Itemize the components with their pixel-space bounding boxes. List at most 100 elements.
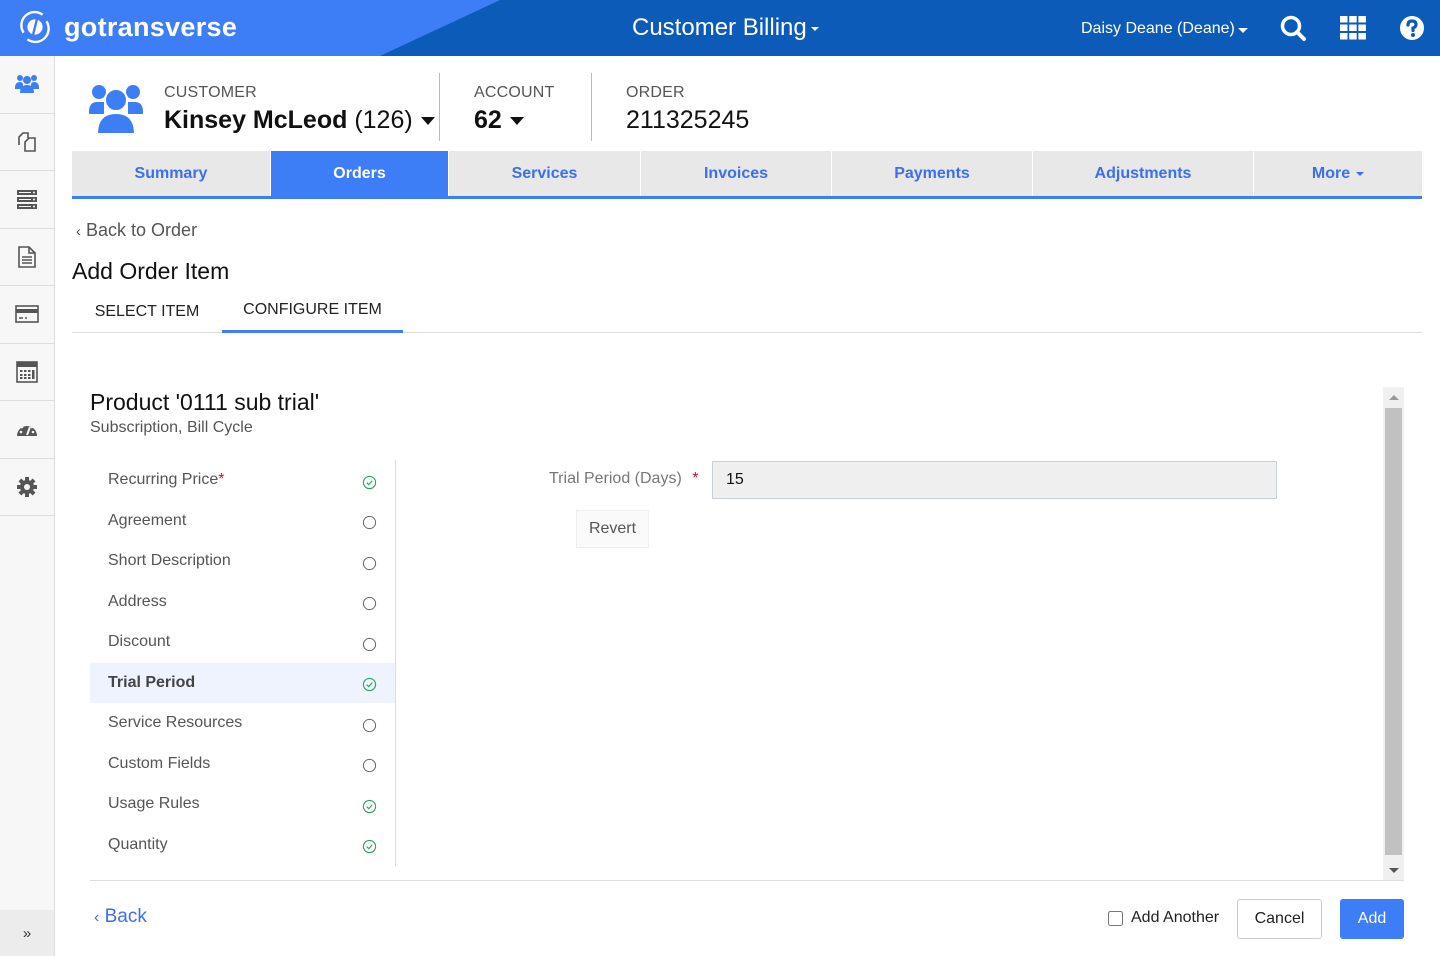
cancel-button[interactable]: Cancel — [1237, 899, 1322, 939]
main-tabs: Summary Orders Services Invoices Payment… — [72, 151, 1422, 199]
tab-configure-item[interactable]: CONFIGURE ITEM — [222, 290, 403, 333]
brand-background-slant — [380, 0, 500, 56]
add-another-checkbox-input[interactable] — [1108, 910, 1123, 926]
add-another-checkbox[interactable]: Add Another — [1108, 909, 1219, 927]
caret-down-icon — [1356, 171, 1365, 176]
empty-circle-icon — [362, 556, 377, 570]
customer-selector[interactable]: Kinsey McLeod (126) — [164, 106, 435, 135]
user-menu[interactable]: Daisy Deane (Deane) — [1081, 20, 1248, 38]
step-label: Trial Period — [108, 673, 196, 691]
step-label: Agreement — [108, 511, 187, 529]
tab-adjustments[interactable]: Adjustments — [1033, 151, 1254, 196]
config-steps: Recurring Price* Agreement Short Descrip… — [90, 460, 396, 866]
divider — [439, 73, 440, 141]
step-label: Recurring Price — [108, 471, 219, 489]
trial-period-label: Trial Period (Days) * — [549, 470, 698, 488]
nav-item-dashboard[interactable] — [0, 401, 54, 459]
scroll-down-arrow-icon[interactable] — [1383, 860, 1404, 880]
step-label: Quantity — [108, 835, 168, 853]
check-circle-icon — [362, 678, 377, 692]
nav-item-services[interactable] — [0, 171, 54, 229]
user-name: Daisy Deane (Deane) — [1081, 20, 1235, 37]
customer-id: (126) — [354, 106, 413, 134]
tab-orders[interactable]: Orders — [271, 151, 449, 196]
order-block: ORDER 211325245 — [626, 84, 749, 135]
calculator-icon — [16, 360, 38, 383]
nav-item-customers[interactable] — [0, 56, 54, 114]
scroll-up-arrow-icon[interactable] — [1383, 387, 1404, 407]
gear-icon — [17, 476, 37, 497]
required-marker: * — [218, 471, 225, 489]
empty-circle-icon — [362, 718, 377, 732]
account-selector[interactable]: 62 — [474, 106, 555, 135]
tab-summary[interactable]: Summary — [72, 151, 271, 196]
product-title: Product '0111 sub trial' — [90, 389, 320, 415]
check-circle-icon — [362, 799, 377, 813]
check-circle-icon — [362, 840, 377, 854]
add-another-label: Add Another — [1131, 909, 1220, 926]
step-label: Usage Rules — [108, 795, 200, 813]
empty-circle-icon — [362, 597, 377, 611]
tab-services[interactable]: Services — [449, 151, 641, 196]
caret-down-icon — [810, 27, 819, 31]
gotransverse-logo-icon — [20, 10, 50, 44]
tab-more[interactable]: More — [1254, 151, 1422, 196]
brand-name: gotransverse — [64, 11, 238, 42]
left-nav: » — [0, 56, 55, 956]
add-button[interactable]: Add — [1340, 899, 1404, 939]
tab-label: Orders — [333, 164, 386, 182]
step-short-description[interactable]: Short Description — [90, 541, 395, 582]
step-trial-period[interactable]: Trial Period — [90, 662, 395, 703]
account-value: 62 — [474, 106, 502, 134]
top-bar: gotransverse Customer Billing Daisy Dean… — [0, 0, 1440, 56]
customer-label: CUSTOMER — [164, 84, 257, 101]
caret-down-icon — [509, 116, 524, 125]
step-quantity[interactable]: Quantity — [90, 825, 395, 866]
back-button[interactable]: ‹ Back — [94, 906, 147, 928]
nav-item-calculator[interactable] — [0, 344, 54, 401]
nav-item-orders[interactable] — [0, 114, 54, 171]
expand-nav-button[interactable]: » — [0, 910, 54, 956]
users-icon — [15, 75, 39, 94]
tab-payments[interactable]: Payments — [832, 151, 1033, 196]
brand[interactable]: gotransverse — [16, 8, 237, 46]
step-address[interactable]: Address — [90, 582, 395, 623]
step-label: Short Description — [108, 552, 231, 570]
revert-button[interactable]: Revert — [576, 510, 649, 548]
nav-item-payments[interactable] — [0, 286, 54, 344]
nav-item-settings[interactable] — [0, 459, 54, 516]
app-title: Customer Billing — [632, 14, 807, 41]
scrollbar[interactable] — [1383, 387, 1404, 880]
help-icon[interactable] — [1398, 14, 1426, 42]
required-marker: * — [692, 470, 699, 487]
step-usage-rules[interactable]: Usage Rules — [90, 784, 395, 825]
step-custom-fields[interactable]: Custom Fields — [90, 744, 395, 785]
step-agreement[interactable]: Agreement — [90, 501, 395, 542]
chevron-left-icon: ‹ — [94, 909, 100, 926]
footer-divider — [90, 880, 1404, 881]
empty-circle-icon — [362, 637, 377, 651]
step-label: Discount — [108, 633, 171, 651]
tab-label: Adjustments — [1094, 164, 1192, 182]
search-icon[interactable] — [1279, 14, 1307, 42]
dashboard-icon — [17, 422, 37, 437]
tab-invoices[interactable]: Invoices — [641, 151, 832, 196]
nav-item-invoices[interactable] — [0, 229, 54, 286]
step-recurring-price[interactable]: Recurring Price* — [90, 460, 395, 501]
back-to-order-label: Back to Order — [86, 220, 198, 240]
back-to-order-link[interactable]: ‹ Back to Order — [76, 220, 197, 241]
customer-users-icon — [89, 85, 143, 135]
trial-period-days-input[interactable] — [712, 461, 1277, 499]
step-label: Custom Fields — [108, 754, 211, 772]
tab-label: More — [1311, 164, 1351, 182]
tab-label: Payments — [894, 164, 970, 182]
step-service-resources[interactable]: Service Resources — [90, 703, 395, 744]
divider — [591, 73, 592, 141]
step-discount[interactable]: Discount — [90, 622, 395, 663]
server-icon — [17, 190, 37, 210]
apps-grid-icon[interactable] — [1339, 14, 1367, 42]
scroll-thumb[interactable] — [1385, 408, 1402, 855]
tab-select-item[interactable]: SELECT ITEM — [72, 290, 222, 333]
app-switcher[interactable]: Customer Billing — [632, 14, 819, 42]
order-value: 211325245 — [626, 106, 750, 134]
